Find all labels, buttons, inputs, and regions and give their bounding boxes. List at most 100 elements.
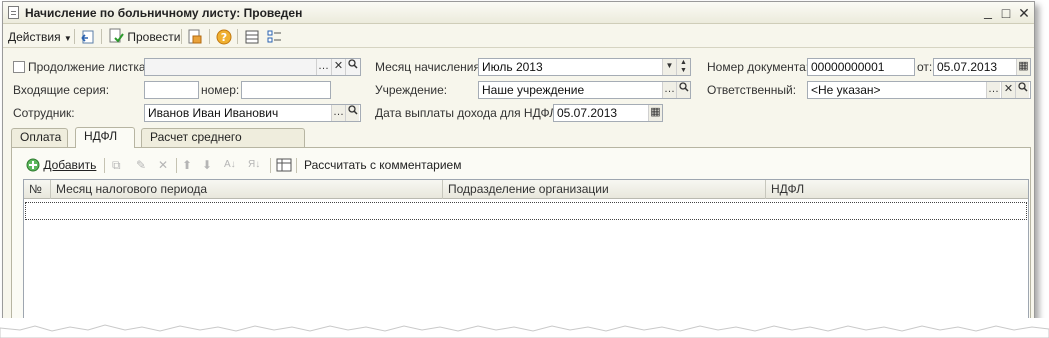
move-up-icon[interactable]: ⬆ [182, 156, 192, 174]
table-view-button[interactable] [276, 156, 292, 174]
settings-list-button[interactable] [266, 28, 282, 46]
post-button[interactable]: Провести [108, 28, 180, 46]
ndfl-table: № Месяц налогового периода Подразделение… [23, 179, 1029, 330]
continuation-checkbox[interactable] [13, 61, 25, 73]
print-button[interactable] [187, 28, 203, 46]
sort-ascending-icon[interactable]: A↓ [224, 156, 236, 174]
incoming-series-field[interactable] [144, 81, 199, 99]
calendar-icon[interactable]: ▦ [1016, 59, 1030, 75]
actions-label: Действия [8, 30, 61, 44]
column-header-ndfl[interactable]: НДФЛ [766, 180, 1028, 199]
institution-label: Учреждение: [375, 83, 448, 97]
add-label: Добавить [43, 158, 97, 172]
search-icon[interactable] [345, 105, 359, 121]
checklist-icon [267, 30, 281, 43]
toolbar-divider [74, 29, 75, 44]
doc-date-label: от: [917, 60, 933, 74]
employee-label: Сотрудник: [13, 106, 75, 120]
tab-payment[interactable]: Оплата [11, 128, 68, 147]
employee-value: Иванов Иван Иванович [148, 106, 279, 120]
search-icon[interactable] [1015, 82, 1029, 98]
clear-icon[interactable]: ✕ [331, 59, 345, 75]
search-icon[interactable] [345, 59, 359, 75]
continuation-label: Продолжение листка [28, 60, 146, 74]
add-button[interactable]: Добавить [26, 156, 96, 174]
institution-value: Наше учреждение [482, 83, 585, 97]
number-label: номер: [201, 83, 240, 97]
column-header-number[interactable]: № [24, 180, 51, 199]
ellipsis-icon[interactable]: … [986, 82, 1000, 98]
spinner-icon[interactable]: ▲ ▼ [676, 59, 690, 75]
table-row[interactable] [25, 202, 1027, 220]
minimize-button[interactable]: _ [979, 2, 997, 20]
doc-date-value: 05.07.2013 [937, 60, 998, 74]
edit-icon[interactable]: ✎ [136, 156, 146, 174]
go-back-button[interactable] [80, 28, 96, 46]
document-window: Начисление по больничному листу: Проведе… [2, 1, 1035, 331]
help-button[interactable]: ? [216, 28, 232, 46]
svg-text:?: ? [221, 31, 227, 44]
search-icon[interactable] [676, 82, 690, 98]
window-title: Начисление по больничному листу: Проведе… [25, 6, 303, 20]
payout-date-field[interactable]: 05.07.2013 ▦ [553, 104, 663, 122]
help-icon: ? [216, 29, 232, 45]
list-structure-icon [245, 30, 259, 44]
print-doc-icon [188, 29, 202, 44]
month-value: Июль 2013 [482, 60, 543, 74]
structure-button[interactable] [244, 28, 260, 46]
tab-average-earnings[interactable]: Расчет среднего заработка [141, 128, 305, 161]
actions-menu[interactable]: Действия ▼ [8, 28, 72, 46]
payout-date-value: 05.07.2013 [557, 106, 618, 120]
post-document-icon [109, 28, 124, 43]
toolbar-divider [209, 29, 210, 44]
toolbar-divider [237, 29, 238, 44]
month-field[interactable]: Июль 2013 ▼ ▲ ▼ [478, 58, 691, 76]
close-button[interactable]: ✕ [1015, 4, 1033, 22]
number-field[interactable] [241, 81, 331, 99]
document-icon [8, 6, 19, 19]
sort-descending-icon[interactable]: Я↓ [248, 156, 260, 174]
doc-number-field[interactable]: 00000000001 [807, 58, 915, 76]
table-icon [276, 158, 292, 172]
doc-number-label: Номер документа: [707, 60, 810, 74]
tab-panel-ndfl: Добавить ⧉ ✎ ✕ ⬆ ⬇ A↓ Я↓ Рассчитать с ко… [11, 147, 1031, 330]
doc-date-field[interactable]: 05.07.2013 ▦ [933, 58, 1031, 76]
torn-edge [0, 318, 1049, 338]
clear-icon[interactable]: ✕ [1001, 82, 1015, 98]
toolbar-divider [104, 158, 105, 173]
toolbar-divider [270, 158, 271, 173]
dropdown-arrow-icon[interactable]: ▼ [662, 59, 676, 75]
tab-ndfl[interactable]: НДФЛ [75, 127, 135, 148]
chevron-down-icon: ▼ [63, 34, 72, 43]
month-label: Месяц начисления: [375, 60, 484, 74]
calculate-with-comment-button[interactable]: Рассчитать с комментарием [304, 156, 461, 174]
ellipsis-icon[interactable]: … [316, 59, 330, 75]
post-label: Провести [127, 30, 181, 44]
delete-icon[interactable]: ✕ [158, 156, 168, 174]
column-header-tax-month[interactable]: Месяц налогового периода [51, 180, 443, 199]
toolbar-divider [181, 29, 182, 44]
calendar-icon[interactable]: ▦ [648, 105, 662, 121]
ellipsis-icon[interactable]: … [331, 105, 345, 121]
maximize-button[interactable]: □ [997, 4, 1015, 22]
responsible-value: <Не указан> [811, 83, 881, 97]
toolbar-divider [101, 29, 102, 44]
table-header: № Месяц налогового периода Подразделение… [24, 180, 1028, 199]
doc-number-value: 00000000001 [811, 60, 885, 74]
title-bar: Начисление по больничному листу: Проведе… [3, 2, 1034, 24]
responsible-field[interactable]: <Не указан> … ✕ [807, 81, 1031, 99]
toolbar-divider [176, 158, 177, 173]
main-toolbar: Действия ▼ Провести ? [3, 25, 1034, 48]
responsible-label: Ответственный: [707, 83, 797, 97]
arrow-left-doc-icon [81, 30, 94, 44]
ellipsis-icon[interactable]: … [662, 82, 676, 98]
employee-field[interactable]: Иванов Иван Иванович … [144, 104, 361, 122]
institution-field[interactable]: Наше учреждение … [478, 81, 691, 99]
incoming-series-label: Входящие серия: [13, 83, 110, 97]
column-header-department[interactable]: Подразделение организации [443, 180, 766, 199]
table-toolbar: Добавить ⧉ ✎ ✕ ⬆ ⬇ A↓ Я↓ Рассчитать с ко… [12, 152, 1030, 174]
move-down-icon[interactable]: ⬇ [202, 156, 212, 174]
copy-icon[interactable]: ⧉ [112, 156, 121, 174]
toolbar-divider [296, 158, 297, 173]
continuation-field[interactable]: … ✕ [144, 58, 361, 76]
